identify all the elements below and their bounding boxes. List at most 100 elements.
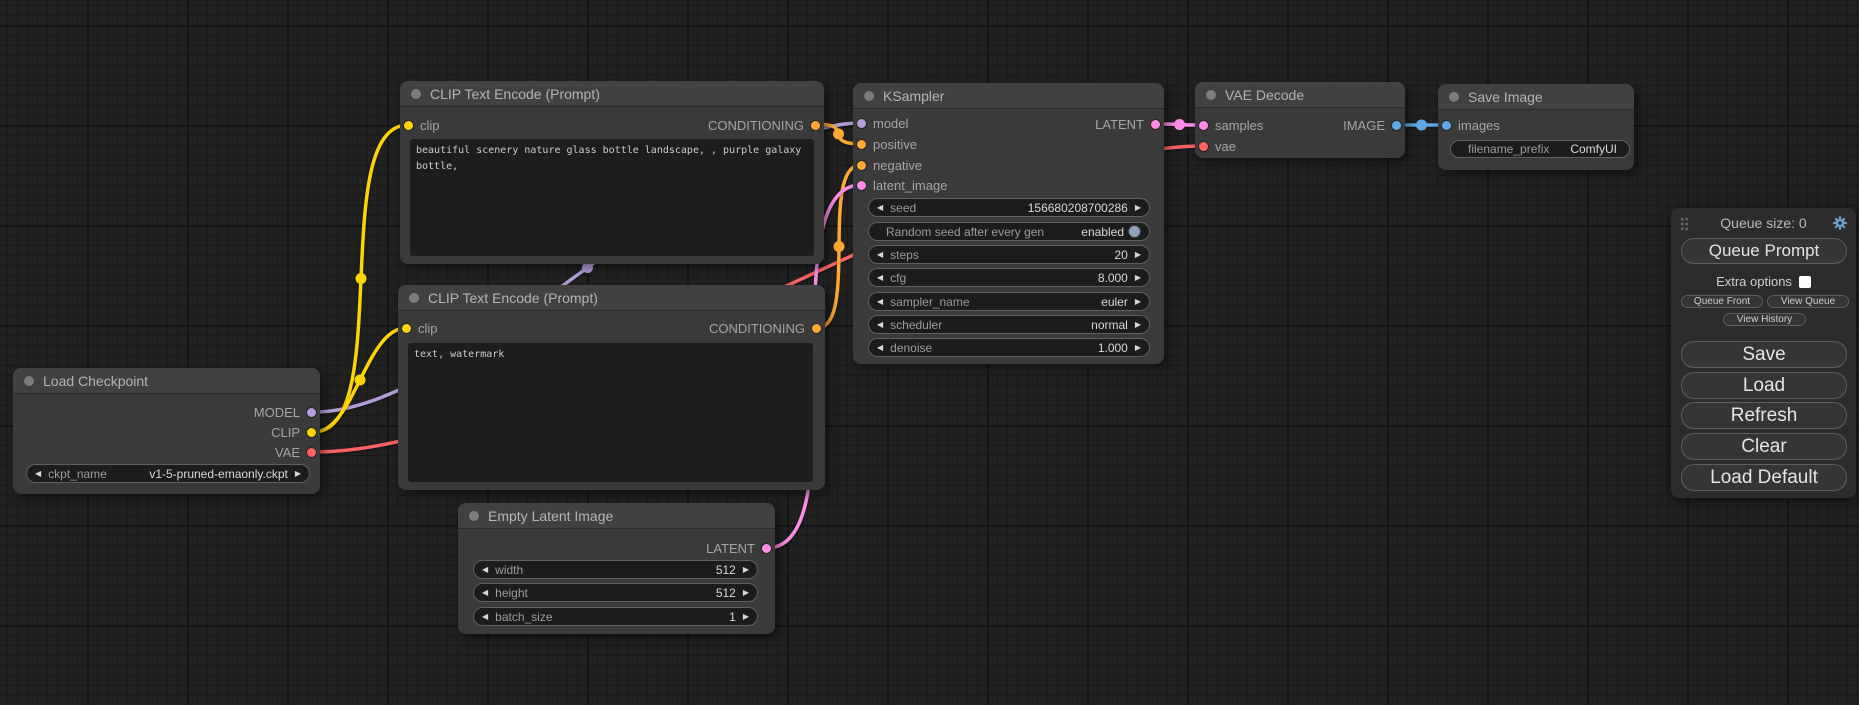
link-midpoint-dot — [833, 129, 844, 140]
widget-height[interactable]: ◀ height 512 ▶ — [473, 583, 758, 602]
load-default-button[interactable]: Load Default — [1681, 464, 1847, 491]
node-load-checkpoint[interactable]: Load Checkpoint MODEL CLIP VAE ◀ ckpt_na… — [13, 368, 320, 494]
arrow-left-icon[interactable]: ◀ — [877, 274, 883, 282]
widget-value: normal — [1091, 318, 1128, 332]
arrow-right-icon[interactable]: ▶ — [1135, 321, 1141, 329]
arrow-left-icon[interactable]: ◀ — [877, 321, 883, 329]
widget-label: denoise — [890, 341, 932, 355]
vae-port-dot[interactable] — [1199, 142, 1208, 151]
node-save-image[interactable]: Save Image images filename_prefix ComfyU… — [1438, 84, 1634, 170]
conditioning-port-dot[interactable] — [857, 161, 866, 170]
widget-denoise[interactable]: ◀ denoise 1.000 ▶ — [868, 338, 1150, 357]
node-empty-latent-image[interactable]: Empty Latent Image LATENT ◀ width 512 ▶ … — [458, 503, 775, 634]
arrow-right-icon[interactable]: ▶ — [295, 470, 301, 478]
model-port-dot[interactable] — [307, 408, 316, 417]
port-label: CONDITIONING — [708, 118, 804, 133]
port-label: clip — [418, 321, 438, 336]
latent-port-dot[interactable] — [1199, 121, 1208, 130]
node-titlebar[interactable]: VAE Decode — [1195, 82, 1405, 108]
collapse-dot-icon[interactable] — [864, 91, 874, 101]
widget-value: 512 — [716, 586, 736, 600]
collapse-dot-icon[interactable] — [411, 89, 421, 99]
extra-options-checkbox[interactable] — [1799, 276, 1811, 288]
arrow-left-icon[interactable]: ◀ — [482, 566, 488, 574]
link-midpoint-dot — [355, 375, 366, 386]
arrow-left-icon[interactable]: ◀ — [35, 470, 41, 478]
view-history-button[interactable]: View History — [1723, 313, 1806, 326]
clear-button[interactable]: Clear — [1681, 433, 1847, 460]
latent-port-dot[interactable] — [1151, 120, 1160, 129]
widget-random-seed[interactable]: Random seed after every gen enabled — [868, 222, 1150, 241]
node-clip-text-encode-negative[interactable]: CLIP Text Encode (Prompt) clip CONDITION… — [398, 285, 825, 490]
arrow-right-icon[interactable]: ▶ — [1135, 251, 1141, 259]
collapse-dot-icon[interactable] — [24, 376, 34, 386]
node-clip-text-encode-positive[interactable]: CLIP Text Encode (Prompt) clip CONDITION… — [400, 81, 824, 264]
conditioning-port-dot[interactable] — [857, 140, 866, 149]
widget-value: ComfyUI — [1570, 142, 1617, 156]
queue-front-button[interactable]: Queue Front — [1681, 295, 1763, 308]
widget-label: cfg — [890, 271, 906, 285]
refresh-button[interactable]: Refresh — [1681, 402, 1847, 429]
vae-port-dot[interactable] — [307, 448, 316, 457]
model-port-dot[interactable] — [857, 119, 866, 128]
gear-icon[interactable] — [1832, 215, 1848, 231]
arrow-right-icon[interactable]: ▶ — [1135, 274, 1141, 282]
widget-value: 20 — [1114, 248, 1127, 262]
widget-ckpt-name[interactable]: ◀ ckpt_name v1-5-pruned-emaonly.ckpt ▶ — [26, 464, 310, 483]
widget-steps[interactable]: ◀ steps 20 ▶ — [868, 245, 1150, 264]
arrow-left-icon[interactable]: ◀ — [877, 298, 883, 306]
conditioning-port-dot[interactable] — [812, 324, 821, 333]
latent-port-dot[interactable] — [857, 181, 866, 190]
arrow-right-icon[interactable]: ▶ — [1135, 344, 1141, 352]
arrow-left-icon[interactable]: ◀ — [482, 613, 488, 621]
toggle-dot[interactable] — [1128, 225, 1141, 238]
drag-handle-icon[interactable] — [1680, 217, 1689, 231]
widget-width[interactable]: ◀ width 512 ▶ — [473, 560, 758, 579]
image-port-dot[interactable] — [1392, 121, 1401, 130]
collapse-dot-icon[interactable] — [469, 511, 479, 521]
queue-prompt-button[interactable]: Queue Prompt — [1681, 238, 1847, 264]
widget-sampler-name[interactable]: ◀ sampler_name euler ▶ — [868, 292, 1150, 311]
clip-port-dot[interactable] — [402, 324, 411, 333]
widget-filename-prefix[interactable]: filename_prefix ComfyUI — [1450, 140, 1630, 158]
widget-cfg[interactable]: ◀ cfg 8.000 ▶ — [868, 268, 1150, 287]
collapse-dot-icon[interactable] — [409, 293, 419, 303]
node-titlebar[interactable]: KSampler — [853, 83, 1164, 109]
node-titlebar[interactable]: CLIP Text Encode (Prompt) — [400, 81, 824, 107]
collapse-dot-icon[interactable] — [1206, 90, 1216, 100]
widget-value: 512 — [716, 563, 736, 577]
clip-port-dot[interactable] — [307, 428, 316, 437]
prompt-textarea[interactable]: text, watermark — [408, 343, 813, 482]
widget-scheduler[interactable]: ◀ scheduler normal ▶ — [868, 315, 1150, 334]
arrow-right-icon[interactable]: ▶ — [1135, 204, 1141, 212]
node-graph-canvas[interactable]: Load Checkpoint MODEL CLIP VAE ◀ ckpt_na… — [0, 0, 1859, 705]
arrow-left-icon[interactable]: ◀ — [877, 344, 883, 352]
arrow-right-icon[interactable]: ▶ — [743, 613, 749, 621]
node-titlebar[interactable]: Save Image — [1438, 84, 1634, 110]
port-label: negative — [873, 158, 922, 173]
conditioning-port-dot[interactable] — [811, 121, 820, 130]
latent-port-dot[interactable] — [762, 544, 771, 553]
node-titlebar[interactable]: Load Checkpoint — [13, 368, 320, 394]
arrow-left-icon[interactable]: ◀ — [877, 204, 883, 212]
arrow-right-icon[interactable]: ▶ — [743, 589, 749, 597]
widget-batch-size[interactable]: ◀ batch_size 1 ▶ — [473, 607, 758, 626]
clip-port-dot[interactable] — [404, 121, 413, 130]
save-button[interactable]: Save — [1681, 341, 1847, 368]
port-label: images — [1458, 118, 1500, 133]
image-port-dot[interactable] — [1442, 121, 1451, 130]
node-vae-decode[interactable]: VAE Decode samples vae IMAGE — [1195, 82, 1405, 158]
load-button[interactable]: Load — [1681, 372, 1847, 399]
node-ksampler[interactable]: KSampler model positive negative latent_… — [853, 83, 1164, 364]
arrow-left-icon[interactable]: ◀ — [482, 589, 488, 597]
widget-seed[interactable]: ◀ seed 156680208700286 ▶ — [868, 198, 1150, 217]
view-queue-button[interactable]: View Queue — [1767, 295, 1849, 308]
widget-label: width — [495, 563, 523, 577]
arrow-right-icon[interactable]: ▶ — [1135, 298, 1141, 306]
collapse-dot-icon[interactable] — [1449, 92, 1459, 102]
arrow-left-icon[interactable]: ◀ — [877, 251, 883, 259]
prompt-textarea[interactable]: beautiful scenery nature glass bottle la… — [410, 139, 814, 256]
node-titlebar[interactable]: CLIP Text Encode (Prompt) — [398, 285, 825, 311]
node-titlebar[interactable]: Empty Latent Image — [458, 503, 775, 529]
arrow-right-icon[interactable]: ▶ — [743, 566, 749, 574]
